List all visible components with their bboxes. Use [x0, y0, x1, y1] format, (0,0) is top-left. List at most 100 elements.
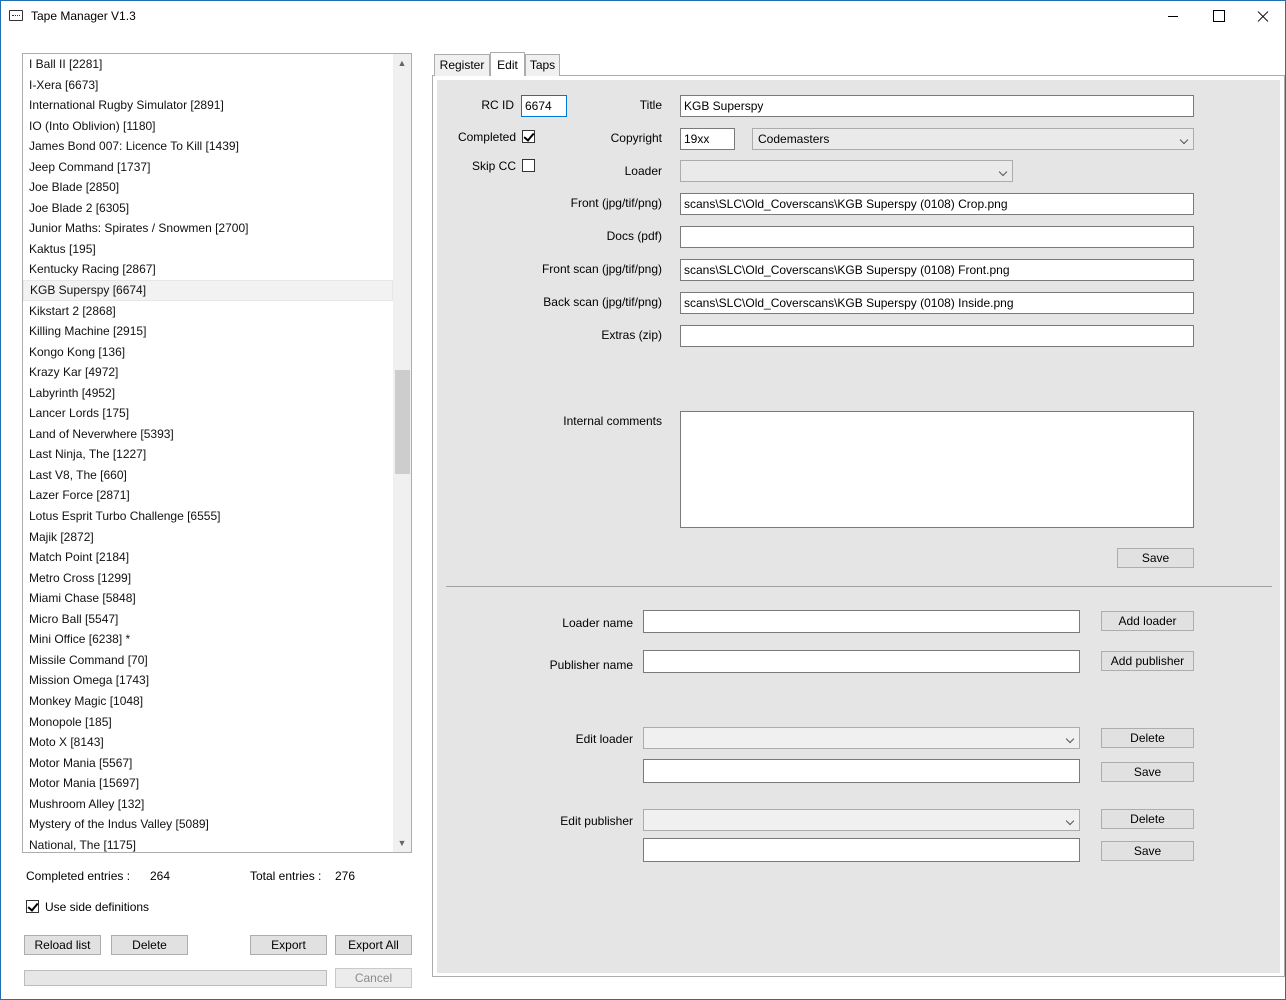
chevron-down-icon [1065, 734, 1075, 744]
list-item[interactable]: Mission Omega [1743] [23, 670, 393, 691]
loader-select[interactable] [680, 160, 1013, 182]
list-item[interactable]: Last V8, The [660] [23, 465, 393, 486]
list-item[interactable]: Junior Maths: Spirates / Snowmen [2700] [23, 218, 393, 239]
docs-field[interactable] [680, 226, 1194, 248]
chevron-down-icon [998, 167, 1008, 177]
list-item[interactable]: Majik [2872] [23, 527, 393, 548]
front-scan-field[interactable]: scans\SLC\Old_Coverscans\KGB Superspy (0… [680, 259, 1194, 281]
loader-name-field[interactable] [643, 610, 1080, 633]
maximize-icon[interactable] [1195, 1, 1241, 31]
completed-label: Completed [457, 130, 516, 144]
window-title: Tape Manager V1.3 [31, 9, 136, 23]
scroll-thumb[interactable] [395, 370, 410, 474]
edit-publisher-label: Edit publisher [560, 814, 633, 828]
list-item[interactable]: I Ball II [2281] [23, 54, 393, 75]
list-item[interactable]: Lancer Lords [175] [23, 403, 393, 424]
tab-register[interactable]: Register [434, 54, 490, 76]
list-item[interactable]: Motor Mania [5567] [23, 753, 393, 774]
list-item[interactable]: Joe Blade [2850] [23, 177, 393, 198]
list-item[interactable]: KGB Superspy [6674] [23, 280, 393, 301]
edit-publisher-name-field[interactable] [643, 838, 1080, 862]
back-scan-field[interactable]: scans\SLC\Old_Coverscans\KGB Superspy (0… [680, 292, 1194, 314]
use-side-definitions-checkbox[interactable] [26, 900, 39, 913]
skipcc-checkbox[interactable] [522, 159, 535, 172]
delete-entry-button[interactable]: Delete [111, 935, 188, 955]
loader-label: Loader [624, 164, 662, 178]
completed-checkbox[interactable] [522, 130, 535, 143]
edit-loader-select[interactable] [643, 727, 1080, 749]
chevron-down-icon [1179, 135, 1189, 145]
list-item[interactable]: James Bond 007: Licence To Kill [1439] [23, 136, 393, 157]
tab-edit[interactable]: Edit [490, 52, 525, 76]
export-button[interactable]: Export [250, 935, 327, 955]
add-loader-button[interactable]: Add loader [1101, 611, 1194, 631]
list-item[interactable]: Miami Chase [5848] [23, 588, 393, 609]
publisher-name-field[interactable] [643, 650, 1080, 673]
list-item[interactable]: Kentucky Racing [2867] [23, 259, 393, 280]
cancel-button[interactable]: Cancel [335, 968, 412, 988]
save-edit-button[interactable]: Save [1117, 548, 1194, 568]
front-field[interactable]: scans\SLC\Old_Coverscans\KGB Superspy (0… [680, 193, 1194, 215]
copyright-year-field[interactable]: 19xx [680, 128, 735, 150]
list-item[interactable]: Monopole [185] [23, 712, 393, 733]
total-entries-label: Total entries : [250, 869, 322, 883]
delete-publisher-button[interactable]: Delete [1101, 809, 1194, 829]
list-item[interactable]: Kikstart 2 [2868] [23, 301, 393, 322]
list-item[interactable]: International Rugby Simulator [2891] [23, 95, 393, 116]
list-item[interactable]: Motor Mania [15697] [23, 773, 393, 794]
list-item[interactable]: Last Ninja, The [1227] [23, 444, 393, 465]
tape-list[interactable]: I Ball II [2281] I-Xera [6673] Internation… [22, 53, 412, 853]
back-scan-label: Back scan (jpg/tif/png) [543, 295, 662, 309]
list-item[interactable]: Killing Machine [2915] [23, 321, 393, 342]
loader-name-label: Loader name [562, 616, 633, 630]
list-item[interactable]: I-Xera [6673] [23, 75, 393, 96]
copyright-label: Copyright [610, 131, 662, 145]
title-label: Title [639, 98, 662, 112]
completed-entries-value: 264 [150, 869, 171, 883]
list-item[interactable]: Lotus Esprit Turbo Challenge [6555] [23, 506, 393, 527]
list-item[interactable]: Lazer Force [2871] [23, 485, 393, 506]
list-item[interactable]: Monkey Magic [1048] [23, 691, 393, 712]
delete-loader-button[interactable]: Delete [1101, 728, 1194, 748]
minimize-icon[interactable] [1150, 1, 1196, 31]
list-item[interactable]: Kongo Kong [136] [23, 342, 393, 363]
list-item[interactable]: Moto X [8143] [23, 732, 393, 753]
close-icon[interactable] [1240, 1, 1286, 31]
tab-taps[interactable]: Taps [525, 54, 560, 76]
list-item[interactable]: Mini Office [6238] * [23, 629, 393, 650]
save-publisher-button[interactable]: Save [1101, 841, 1194, 861]
extras-field[interactable] [680, 325, 1194, 347]
export-all-button[interactable]: Export All [335, 935, 412, 955]
front-scan-label: Front scan (jpg/tif/png) [541, 262, 662, 276]
progress-bar [24, 970, 327, 986]
edit-loader-label: Edit loader [575, 732, 633, 746]
reload-list-button[interactable]: Reload list [24, 935, 101, 955]
list-item[interactable]: Micro Ball [5547] [23, 609, 393, 630]
list-item[interactable]: Labyrinth [4952] [23, 383, 393, 404]
scroll-up-icon[interactable]: ▲ [393, 54, 411, 72]
list-item[interactable]: Missile Command [70] [23, 650, 393, 671]
list-item[interactable]: Mystery of the Indus Valley [5089] [23, 814, 393, 835]
rcid-field[interactable]: 6674 [521, 95, 567, 117]
save-loader-button[interactable]: Save [1101, 762, 1194, 782]
internal-comments-field[interactable] [680, 411, 1194, 528]
edit-loader-name-field[interactable] [643, 759, 1080, 783]
title-field[interactable]: KGB Superspy [680, 95, 1194, 117]
list-item[interactable]: Kaktus [195] [23, 239, 393, 260]
list-item[interactable]: Krazy Kar [4972] [23, 362, 393, 383]
publisher-name-label: Publisher name [549, 658, 633, 672]
publisher-select[interactable]: Codemasters [752, 128, 1194, 150]
list-item[interactable]: Mushroom Alley [132] [23, 794, 393, 815]
edit-publisher-select[interactable] [643, 809, 1080, 831]
docs-label: Docs (pdf) [606, 229, 662, 243]
list-item[interactable]: Joe Blade 2 [6305] [23, 198, 393, 219]
list-item[interactable]: Metro Cross [1299] [23, 568, 393, 589]
add-publisher-button[interactable]: Add publisher [1101, 651, 1194, 671]
list-item[interactable]: Match Point [2184] [23, 547, 393, 568]
list-scrollbar[interactable]: ▲ ▼ [393, 54, 411, 852]
list-item[interactable]: National, The [1175] [23, 835, 393, 852]
list-item[interactable]: IO (Into Oblivion) [1180] [23, 116, 393, 137]
list-item[interactable]: Jeep Command [1737] [23, 157, 393, 178]
list-item[interactable]: Land of Neverwhere [5393] [23, 424, 393, 445]
scroll-down-icon[interactable]: ▼ [393, 834, 411, 852]
